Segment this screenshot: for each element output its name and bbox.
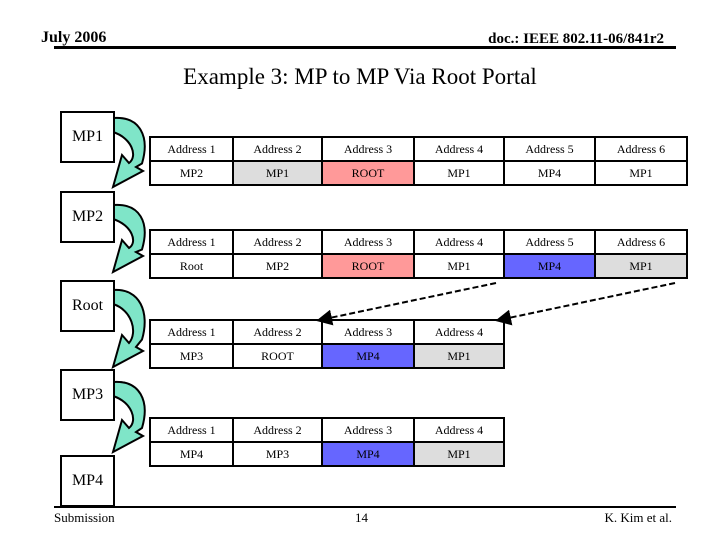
address-value: MP2 <box>149 160 234 186</box>
page-number: 14 <box>355 510 368 525</box>
address-value: MP1 <box>232 160 323 186</box>
address-value: MP1 <box>413 441 505 467</box>
header-row: Address 1 Address 2 Address 3 Address 4 <box>149 319 505 345</box>
address-header: Address 2 <box>232 417 323 443</box>
curved-arrow-1 <box>111 116 146 189</box>
address-table-3: Address 1 Address 2 Address 3 Address 4 MP3 R… <box>149 319 505 369</box>
address-value: MP1 <box>594 160 688 186</box>
address-table-1: Address 1 Address 2 Address 3 Address 4 Addr… <box>149 136 688 186</box>
address-value: MP4 <box>321 343 415 369</box>
node-mp4: MP4 <box>60 455 115 507</box>
dashed-arrow-address6-to-address4 <box>495 282 676 326</box>
curved-arrow-4 <box>111 380 146 454</box>
header-row: Address 1 Address 2 Address 3 Address 4 <box>149 417 505 443</box>
node-mp2: MP2 <box>60 191 115 243</box>
address-value: MP3 <box>149 343 234 369</box>
dashed-arrow-address5-to-address3 <box>316 282 497 326</box>
address-header: Address 4 <box>413 229 505 255</box>
address-value: MP1 <box>413 160 505 186</box>
address-value: MP4 <box>503 253 596 279</box>
footer-rule <box>54 506 676 508</box>
address-header: Address 4 <box>413 319 505 345</box>
address-value: MP1 <box>594 253 688 279</box>
address-table-2: Address 1 Address 2 Address 3 Address 4 Addr… <box>149 229 688 279</box>
address-value: ROOT <box>321 253 415 279</box>
value-row: MP2 MP1 ROOT MP1 MP4 MP1 <box>149 160 688 186</box>
address-header: Address 4 <box>413 136 505 162</box>
value-row: MP3 ROOT MP4 MP1 <box>149 343 505 369</box>
node-root: Root <box>60 280 115 332</box>
address-value: MP1 <box>413 253 505 279</box>
node-mp3: MP3 <box>60 369 115 421</box>
address-value: MP4 <box>503 160 596 186</box>
address-value: MP4 <box>149 441 234 467</box>
node-mp1: MP1 <box>60 111 115 163</box>
address-value: Root <box>149 253 234 279</box>
address-value: MP4 <box>321 441 415 467</box>
address-header: Address 3 <box>321 136 415 162</box>
address-header: Address 2 <box>232 229 323 255</box>
address-value: MP1 <box>413 343 505 369</box>
address-header: Address 3 <box>321 417 415 443</box>
address-header: Address 6 <box>594 136 688 162</box>
address-header: Address 3 <box>321 319 415 345</box>
address-header: Address 1 <box>149 319 234 345</box>
address-header: Address 5 <box>503 229 596 255</box>
header-row: Address 1 Address 2 Address 3 Address 4 Addr… <box>149 136 688 162</box>
address-value: MP2 <box>232 253 323 279</box>
address-value: MP3 <box>232 441 323 467</box>
address-header: Address 3 <box>321 229 415 255</box>
address-table-4: Address 1 Address 2 Address 3 Address 4 MP4 M… <box>149 417 505 467</box>
address-header: Address 6 <box>594 229 688 255</box>
address-header: Address 2 <box>232 136 323 162</box>
address-header: Address 1 <box>149 229 234 255</box>
address-header: Address 5 <box>503 136 596 162</box>
curved-arrow-2 <box>111 203 146 274</box>
address-header: Address 2 <box>232 319 323 345</box>
footer-author: K. Kim et al. <box>604 510 672 525</box>
address-value: ROOT <box>321 160 415 186</box>
curved-arrow-3 <box>111 288 146 369</box>
value-row: Root MP2 ROOT MP1 MP4 MP1 <box>149 253 688 279</box>
header-row: Address 1 Address 2 Address 3 Address 4 Addr… <box>149 229 688 255</box>
address-header: Address 1 <box>149 417 234 443</box>
address-header: Address 4 <box>413 417 505 443</box>
address-value: ROOT <box>232 343 323 369</box>
value-row: MP4 MP3 MP4 MP1 <box>149 441 505 467</box>
address-header: Address 1 <box>149 136 234 162</box>
footer-submission: Submission <box>54 510 115 525</box>
